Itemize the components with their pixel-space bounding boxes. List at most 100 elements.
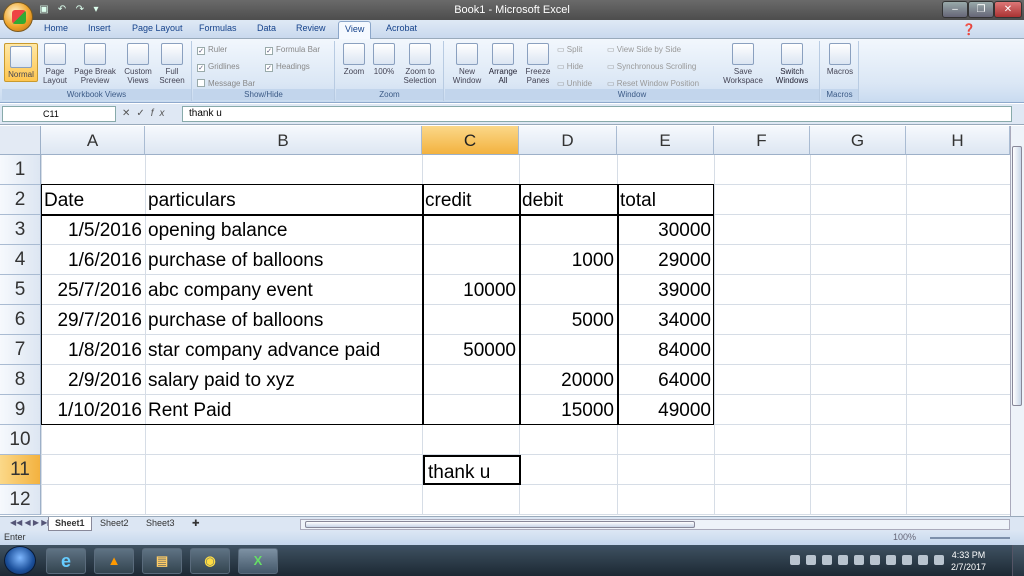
hide-button[interactable]: ▭ Hide [557,62,583,71]
arrange-all-button[interactable]: Arrange All [485,43,521,85]
split-button[interactable]: ▭ Split [557,45,582,54]
cancel-icon[interactable]: ✕ [122,108,136,119]
help-icon[interactable]: ❓ [962,23,976,36]
column-header-g[interactable]: G [810,126,906,155]
row-header-2[interactable]: 2 [0,185,41,215]
row-header-8[interactable]: 8 [0,365,41,395]
row-header-5[interactable]: 5 [0,275,41,305]
tray-icon[interactable] [934,555,944,565]
internet-explorer-icon[interactable]: e [46,548,86,574]
tab-insert[interactable]: Insert [88,23,111,33]
tab-acrobat[interactable]: Acrobat [386,23,417,33]
minimize-button[interactable]: – [942,1,968,18]
view-side-by-side-button[interactable]: ▭ View Side by Side [607,45,681,54]
office-button[interactable] [3,2,33,32]
tab-home[interactable]: Home [44,23,68,33]
row-header-7[interactable]: 7 [0,335,41,365]
active-cell[interactable]: thank u [423,455,521,485]
page-layout-view-button[interactable]: Page Layout [40,43,70,85]
row-header-4[interactable]: 4 [0,245,41,275]
page-break-icon [84,43,106,65]
insert-function-icon[interactable]: fx [151,108,171,119]
insert-sheet-icon[interactable]: ✚ [186,517,206,531]
full-screen-button[interactable]: Full Screen [156,43,188,85]
column-header-h[interactable]: H [906,126,1010,155]
tray-icon[interactable] [838,555,848,565]
normal-view-button[interactable]: Normal [4,43,38,82]
headings-checkbox[interactable]: ✓ Headings [265,62,310,72]
tab-review[interactable]: Review [296,23,326,33]
row-header-9[interactable]: 9 [0,395,41,425]
page-break-preview-button[interactable]: Page Break Preview [74,43,116,85]
excel-icon[interactable]: X [238,548,278,574]
formula-bar-checkbox[interactable]: ✓ Formula Bar [265,45,320,55]
formula-input[interactable]: thank u [182,106,1012,122]
sheet-tab-bar: ◀◀ ◀ ▶ ▶▶ Sheet1 Sheet2 Sheet3 ✚ [0,516,1024,531]
restore-button[interactable]: ❐ [968,1,994,18]
synchronous-scrolling-button[interactable]: ▭ Synchronous Scrolling [607,62,696,71]
freeze-panes-button[interactable]: Freeze Panes [521,43,555,85]
ruler-checkbox[interactable]: ✓ Ruler [197,45,227,55]
column-header-f[interactable]: F [714,126,810,155]
custom-views-button[interactable]: Custom Views [122,43,154,85]
close-button[interactable]: ✕ [994,1,1022,18]
reset-window-position-button[interactable]: ▭ Reset Window Position [607,79,699,88]
switch-windows-button[interactable]: Switch Windows [767,43,817,85]
tab-formulas[interactable]: Formulas [199,23,237,33]
row-header-3[interactable]: 3 [0,215,41,245]
volume-icon[interactable] [886,555,896,565]
scroll-thumb[interactable] [305,521,695,528]
row-header-6[interactable]: 6 [0,305,41,335]
chrome-icon[interactable]: ◉ [190,548,230,574]
column-header-a[interactable]: A [41,126,145,155]
clock-time: 4:33 PM [951,550,986,560]
worksheet-grid[interactable]: A B C D E F G H 1 2 3 4 5 6 7 8 9 10 11 12 Date particulars cr… [0,126,1024,516]
system-clock[interactable]: 4:33 PM 2/7/2017 [951,549,986,573]
show-desktop-button[interactable] [1012,545,1024,576]
column-header-d[interactable]: D [519,126,617,155]
row-header-10[interactable]: 10 [0,425,41,455]
row-header-11[interactable]: 11 [0,455,41,485]
macros-button[interactable]: Macros [824,43,856,76]
start-button[interactable] [4,546,36,575]
tab-data[interactable]: Data [257,23,276,33]
vlc-icon[interactable]: ▲ [94,548,134,574]
save-workspace-button[interactable]: Save Workspace [721,43,765,85]
new-window-button[interactable]: New Window [449,43,485,85]
column-header-e[interactable]: E [617,126,714,155]
network-icon[interactable] [870,555,880,565]
tray-icon[interactable] [790,555,800,565]
tray-icon[interactable] [822,555,832,565]
name-box[interactable]: C11 [2,106,116,122]
column-header-b[interactable]: B [145,126,422,155]
unhide-button[interactable]: ▭ Unhide [557,79,592,88]
tray-icon[interactable] [902,555,912,565]
zoom-selection-button[interactable]: Zoom to Selection [400,43,440,85]
group-zoom: Zoom 100% Zoom to Selection Zoom [336,41,444,101]
row-header-1[interactable]: 1 [0,155,41,185]
zoom-slider[interactable] [930,537,1010,539]
tray-icon[interactable] [806,555,816,565]
tab-page-layout[interactable]: Page Layout [132,23,183,33]
gridline [41,514,1010,515]
horizontal-scrollbar[interactable] [300,519,1010,530]
select-all-corner[interactable] [0,126,41,155]
zoom-100-button[interactable]: 100% [370,43,398,76]
sheet-tab-1[interactable]: Sheet1 [48,517,92,531]
zoom-button[interactable]: Zoom [340,43,368,76]
formula-bar: C11 ✕✓fx thank u [0,104,1024,125]
sheet-tab-2[interactable]: Sheet2 [94,517,135,531]
tray-icon[interactable] [918,555,928,565]
file-explorer-icon[interactable]: ▤ [142,548,182,574]
vertical-scroll-thumb[interactable] [1012,146,1022,406]
zoom-level[interactable]: 100% [893,532,916,542]
tab-view[interactable]: View [338,21,372,40]
message-bar-checkbox[interactable]: Message Bar [197,79,255,88]
row-header-12[interactable]: 12 [0,485,41,515]
tray-icon[interactable] [854,555,864,565]
gridlines-checkbox[interactable]: ✓ Gridlines [197,62,240,72]
title-bar: ▣ ↶ ↷ ▾ Book1 - Microsoft Excel – ❐ ✕ [0,0,1024,32]
column-header-c[interactable]: C [422,126,519,155]
enter-icon[interactable]: ✓ [136,108,150,119]
sheet-tab-3[interactable]: Sheet3 [140,517,181,531]
